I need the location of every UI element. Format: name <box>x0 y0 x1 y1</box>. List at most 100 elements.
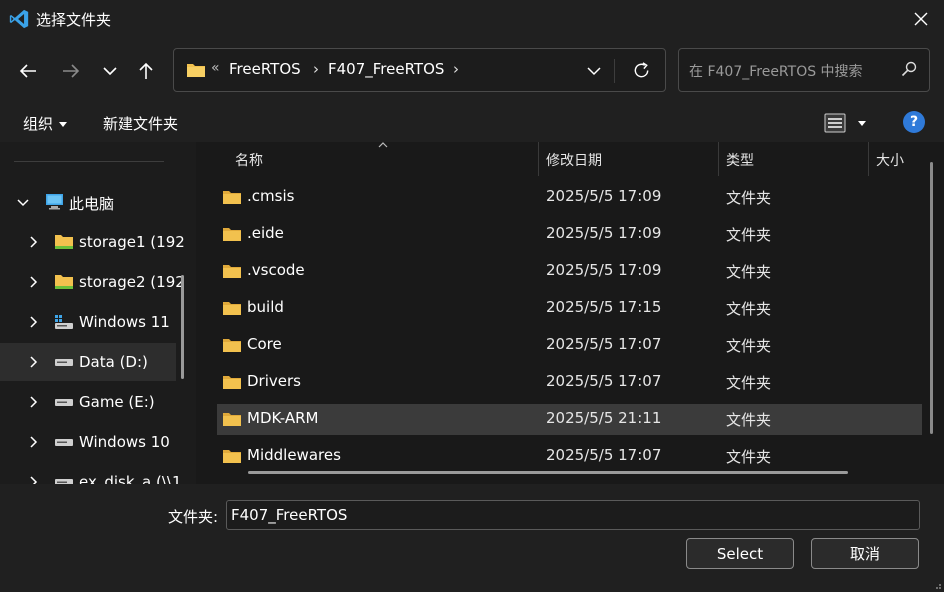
file-name: MDK-ARM <box>247 409 319 427</box>
sidebar-item-label: 此电脑 <box>69 195 115 213</box>
search-input[interactable]: 在 F407_FreeRTOS 中搜索 <box>689 61 863 81</box>
chevron-right-icon[interactable] <box>27 435 41 449</box>
column-header-type[interactable]: 类型 <box>726 150 754 170</box>
sidebar-item-game-e[interactable]: Game (E:) <box>0 383 176 421</box>
folder-label: 文件夹: <box>168 508 219 526</box>
title-bar: 选择文件夹 <box>0 0 944 38</box>
arrow-up-icon <box>139 62 153 79</box>
file-modified-date: 2025/5/5 17:07 <box>546 335 662 353</box>
file-type: 文件夹 <box>726 337 772 355</box>
new-folder-button[interactable]: 新建文件夹 <box>103 113 178 134</box>
chevron-right-icon[interactable] <box>27 235 41 249</box>
close-button[interactable] <box>906 4 936 34</box>
chevron-right-icon[interactable] <box>27 355 41 369</box>
column-divider[interactable] <box>868 142 869 176</box>
file-row[interactable]: .cmsis 2025/5/5 17:09 文件夹 <box>217 182 922 213</box>
column-divider[interactable] <box>718 142 719 176</box>
file-type: 文件夹 <box>726 226 772 244</box>
file-row[interactable]: build 2025/5/5 17:15 文件夹 <box>217 293 922 324</box>
file-row[interactable]: .eide 2025/5/5 17:09 文件夹 <box>217 219 922 250</box>
drive-icon <box>55 479 73 484</box>
address-bar[interactable]: « FreeRTOS › F407_FreeRTOS › <box>173 48 666 92</box>
folder-icon <box>223 376 241 389</box>
file-row[interactable]: Drivers 2025/5/5 17:07 文件夹 <box>217 367 922 398</box>
chevron-right-icon[interactable] <box>27 275 41 289</box>
close-icon <box>914 12 928 26</box>
sidebar-item-this-pc[interactable]: 此电脑 <box>0 183 176 221</box>
refresh-icon[interactable] <box>632 61 651 80</box>
sidebar-item-label: Windows 10 <box>79 433 170 451</box>
cancel-button[interactable]: 取消 <box>811 538 919 569</box>
search-icon[interactable] <box>901 61 917 77</box>
chevron-right-icon[interactable] <box>27 475 41 484</box>
breadcrumb-overflow[interactable]: « <box>211 60 220 76</box>
file-row[interactable]: Core 2025/5/5 17:07 文件夹 <box>217 330 922 361</box>
command-bar: 组织 新建文件夹 ? <box>0 102 944 142</box>
file-modified-date: 2025/5/5 17:09 <box>546 187 662 205</box>
organize-label: 组织 <box>23 115 54 133</box>
organize-menu[interactable]: 组织 <box>23 113 68 134</box>
breadcrumb-separator-icon[interactable]: › <box>313 60 319 78</box>
select-button[interactable]: Select <box>686 538 794 569</box>
column-header-modified[interactable]: 修改日期 <box>546 150 602 170</box>
network-drive-icon <box>55 235 73 249</box>
horizontal-scrollbar[interactable] <box>248 471 848 474</box>
folder-icon <box>223 413 241 426</box>
divider <box>614 59 615 83</box>
sidebar-item-label: Game (E:) <box>79 393 155 411</box>
file-name: Core <box>247 335 282 353</box>
view-options-button[interactable] <box>824 110 872 136</box>
vertical-scrollbar[interactable] <box>930 162 933 434</box>
arrow-left-icon <box>19 64 36 78</box>
file-modified-date: 2025/5/5 21:11 <box>546 409 662 427</box>
breadcrumb-f407-freertos[interactable]: F407_FreeRTOS <box>328 60 444 78</box>
file-modified-date: 2025/5/5 17:15 <box>546 298 662 316</box>
network-drive-icon <box>55 275 73 289</box>
column-header-size[interactable]: 大小 <box>876 150 904 170</box>
folder-icon <box>223 450 241 463</box>
column-divider[interactable] <box>538 142 539 176</box>
folder-icon <box>223 339 241 352</box>
file-name: .vscode <box>247 261 305 279</box>
sidebar-item-windows-10[interactable]: Windows 10 <box>0 423 176 461</box>
column-header-name[interactable]: 名称 <box>235 150 263 170</box>
sidebar-item-label: storage1 (192 <box>79 233 185 251</box>
navigation-pane: 此电脑 storage1 (192 storage2 (192 Windows … <box>0 142 194 484</box>
drive-icon <box>55 439 73 446</box>
navigation-bar: « FreeRTOS › F407_FreeRTOS › 在 F407_Free… <box>0 38 944 102</box>
sidebar-item-data-d[interactable]: Data (D:) <box>0 343 176 381</box>
sidebar-scrollbar[interactable] <box>181 275 184 379</box>
file-type: 文件夹 <box>726 448 772 466</box>
breadcrumb-freertos[interactable]: FreeRTOS <box>229 60 301 78</box>
address-history-chevron-icon[interactable] <box>587 66 601 76</box>
chevron-down-icon[interactable] <box>16 196 30 210</box>
sidebar-item-label: Data (D:) <box>79 353 148 371</box>
search-box[interactable]: 在 F407_FreeRTOS 中搜索 <box>678 48 930 92</box>
sidebar-item-storage2[interactable]: storage2 (192 <box>0 263 185 301</box>
dialog-footer: 文件夹: Select 取消 <box>0 484 944 592</box>
help-button[interactable]: ? <box>903 111 925 133</box>
arrow-right-icon <box>63 64 80 78</box>
resize-grip-icon[interactable] <box>932 580 942 590</box>
file-modified-date: 2025/5/5 17:07 <box>546 446 662 464</box>
breadcrumb-separator-icon[interactable]: › <box>453 60 459 78</box>
file-row[interactable]: .vscode 2025/5/5 17:09 文件夹 <box>217 256 922 287</box>
forward-button[interactable] <box>54 54 88 88</box>
up-button[interactable] <box>129 54 163 88</box>
file-name: build <box>247 298 284 316</box>
sidebar-item-windows-11[interactable]: Windows 11 <box>0 303 176 341</box>
recent-locations-button[interactable] <box>93 54 127 88</box>
file-name: .cmsis <box>247 187 295 205</box>
file-type: 文件夹 <box>726 300 772 318</box>
vscode-logo-icon <box>9 9 29 29</box>
sidebar-item-ex-disk-a[interactable]: ex_disk_a (\\1 <box>0 463 182 484</box>
folder-name-input[interactable] <box>226 500 920 530</box>
file-row[interactable]: Middlewares 2025/5/5 17:07 文件夹 <box>217 441 922 472</box>
sidebar-item-storage1[interactable]: storage1 (192 <box>0 223 185 261</box>
divider <box>14 161 164 162</box>
file-row[interactable]: MDK-ARM 2025/5/5 21:11 文件夹 <box>217 404 922 435</box>
chevron-right-icon[interactable] <box>27 395 41 409</box>
chevron-right-icon[interactable] <box>27 315 41 329</box>
window-title: 选择文件夹 <box>36 11 112 29</box>
back-button[interactable] <box>11 54 45 88</box>
